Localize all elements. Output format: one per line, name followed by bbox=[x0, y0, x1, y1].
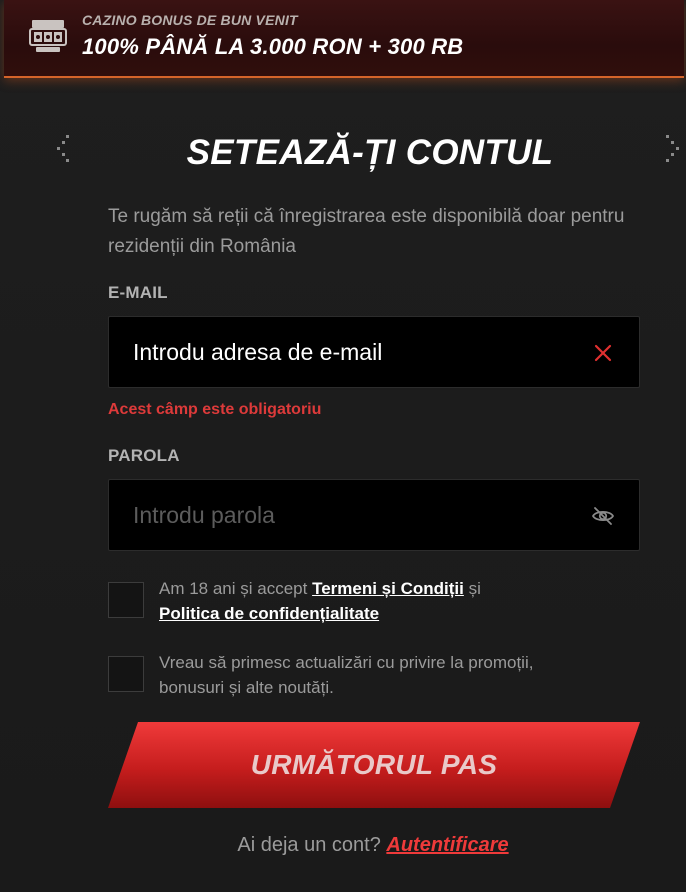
marketing-text: Vreau să primesc actualizări cu privire … bbox=[159, 653, 534, 697]
login-prompt: Ai deja un cont? Autentificare bbox=[0, 834, 686, 857]
terms-text-before: Am 18 ani și accept bbox=[159, 579, 313, 598]
terms-link[interactable]: Termeni și Condiții bbox=[312, 579, 464, 598]
terms-text-middle: și bbox=[463, 579, 481, 598]
close-icon[interactable] bbox=[593, 343, 613, 363]
email-error-message: Acest câmp este obligatoriu bbox=[108, 401, 322, 418]
residency-notice: Te rugăm să reții că înregistrarea este … bbox=[108, 206, 625, 257]
eye-slash-icon[interactable] bbox=[591, 504, 615, 528]
banner-title: 100% PÂNĂ LA 3.000 RON + 300 RB bbox=[82, 34, 464, 59]
terms-checkbox[interactable] bbox=[108, 582, 144, 618]
login-prompt-text: Ai deja un cont? bbox=[237, 834, 381, 856]
password-field bbox=[108, 479, 640, 551]
privacy-policy-link[interactable]: Politica de confidențialitate bbox=[159, 604, 379, 623]
login-link[interactable]: Autentificare bbox=[386, 834, 508, 856]
email-label: E-MAIL bbox=[108, 283, 168, 302]
next-step-button[interactable]: URMĂTORUL PAS bbox=[108, 722, 640, 808]
bonus-banner[interactable]: CAZINO BONUS DE BUN VENIT 100% PÂNĂ LA 3… bbox=[4, 0, 684, 78]
marketing-checkbox[interactable] bbox=[108, 656, 144, 692]
page-title: SETEAZĂ-ȚI CONTUL bbox=[186, 133, 554, 172]
banner-subtitle: CAZINO BONUS DE BUN VENIT bbox=[82, 12, 298, 28]
slot-machine-icon bbox=[29, 20, 67, 52]
email-input[interactable] bbox=[133, 317, 573, 387]
registration-page: CAZINO BONUS DE BUN VENIT 100% PÂNĂ LA 3… bbox=[0, 0, 686, 892]
next-step-label: URMĂTORUL PAS bbox=[250, 749, 498, 780]
terms-text: Am 18 ani și accept Termeni și Condiții … bbox=[159, 576, 599, 626]
password-input[interactable] bbox=[133, 480, 573, 550]
email-field bbox=[108, 316, 640, 388]
password-label: PAROLA bbox=[108, 446, 180, 465]
